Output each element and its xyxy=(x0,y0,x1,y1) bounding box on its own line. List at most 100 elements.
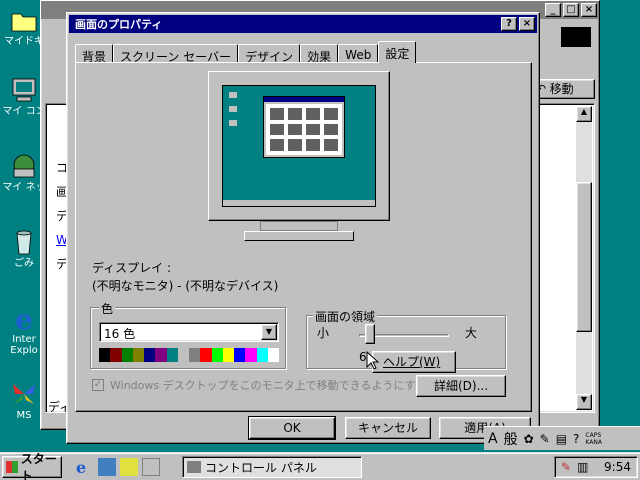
tab-effects[interactable]: 効果 xyxy=(300,44,339,64)
tab-background[interactable]: 背景 xyxy=(75,44,114,64)
palette-swatch xyxy=(267,348,279,362)
move-label: 移動 xyxy=(549,82,574,96)
close-button[interactable]: × xyxy=(519,17,535,31)
preview-desktop-icon xyxy=(229,120,237,126)
preview-window xyxy=(263,96,345,158)
quick-launch: e xyxy=(76,458,160,477)
display-label: ディスプレイ : xyxy=(92,261,172,275)
desktop-icon-label: マイドキ xyxy=(4,36,44,47)
tab-settings[interactable]: 設定 xyxy=(378,41,417,63)
palette-swatch xyxy=(155,348,167,362)
outlook-quick-launch-icon[interactable] xyxy=(98,458,116,476)
ime-help-icon[interactable]: ? xyxy=(573,432,579,446)
palette-swatch xyxy=(200,348,212,362)
control-panel-icon xyxy=(187,461,201,473)
help-button[interactable]: ? xyxy=(501,17,517,31)
show-desktop-icon[interactable] xyxy=(120,458,138,476)
ime-tray-icon[interactable]: ▥ xyxy=(577,460,588,474)
tab-web[interactable]: Web xyxy=(338,44,379,63)
pen-icon[interactable]: ✎ xyxy=(561,460,571,474)
desktop-icon-label: Inter Explo xyxy=(10,334,38,356)
scroll-down-button[interactable]: ▼ xyxy=(576,394,592,410)
dialog-title-bar[interactable]: 画面のプロパティ ? × xyxy=(69,15,537,33)
color-select[interactable]: 16 色 ▼ xyxy=(99,322,279,342)
ime-mode-icon[interactable]: A xyxy=(488,431,498,447)
display-value: (不明なモニタ) - (不明なデバイス) xyxy=(92,279,279,293)
taskbar-item-label: コントロール パネル xyxy=(205,460,317,475)
palette-swatch xyxy=(177,348,189,362)
windows-logo-icon xyxy=(561,27,591,47)
help-tooltip[interactable]: ヘルプ(W) xyxy=(372,351,456,373)
screen-area-label: 画面の領域 xyxy=(313,308,378,325)
palette-swatch xyxy=(144,348,156,362)
start-button[interactable]: スタート xyxy=(2,452,62,480)
caps-kana-indicator: CAPS KANA xyxy=(585,431,602,446)
monitor-preview xyxy=(208,71,390,247)
minimize-button[interactable]: _ xyxy=(545,3,561,17)
tab-design[interactable]: デザイン xyxy=(238,44,301,64)
internet-explorer-icon: e xyxy=(15,304,33,332)
preview-screen xyxy=(222,85,376,207)
mouse-cursor-icon xyxy=(366,351,380,370)
dialog-title: 画面のプロパティ xyxy=(75,18,163,31)
preview-desktop-icon xyxy=(229,92,237,98)
ime-pad-icon[interactable]: ✎ xyxy=(540,432,550,446)
recycle-bin-icon xyxy=(16,230,32,255)
scroll-thumb[interactable] xyxy=(576,182,592,332)
palette-swatch xyxy=(132,348,144,362)
ime-toolbar[interactable]: A 般 ✿ ✎ ▤ ? CAPS KANA xyxy=(484,426,640,450)
ok-button[interactable]: OK xyxy=(248,416,336,440)
palette-swatch xyxy=(211,348,223,362)
ie-quick-launch-icon[interactable]: e xyxy=(76,458,94,477)
cancel-button[interactable]: キャンセル xyxy=(345,417,431,439)
ime-tool-icon[interactable]: ✿ xyxy=(524,432,534,446)
chevron-down-icon[interactable]: ▼ xyxy=(261,324,277,340)
settings-panel: ディスプレイ : (不明なモニタ) - (不明なデバイス) 色 16 色 ▼ 画… xyxy=(75,62,532,412)
folder-icon xyxy=(11,13,37,32)
system-tray: ✎ ▥ 9:54 xyxy=(554,456,638,478)
computer-icon xyxy=(12,78,36,102)
color-select-value: 16 色 xyxy=(104,327,136,341)
area-slider-thumb[interactable] xyxy=(365,324,375,344)
start-label: スタート xyxy=(20,452,57,480)
palette-swatch xyxy=(121,348,133,362)
area-large-label: 大 xyxy=(465,326,478,340)
tab-strip: 背景 スクリーン セーバー デザイン 効果 Web 設定 xyxy=(75,41,417,64)
scroll-up-button[interactable]: ▲ xyxy=(576,106,592,122)
ime-dictionary-icon[interactable]: ▤ xyxy=(556,432,567,446)
palette-swatch xyxy=(110,348,122,362)
color-palette xyxy=(99,348,279,362)
desktop-icon-label: MS xyxy=(16,410,32,421)
tab-screensaver[interactable]: スクリーン セーバー xyxy=(113,44,239,64)
palette-swatch xyxy=(166,348,178,362)
color-group: 色 16 色 ▼ xyxy=(90,300,286,369)
advanced-button[interactable]: 詳細(D)... xyxy=(416,375,506,397)
clock[interactable]: 9:54 xyxy=(604,460,637,474)
preview-taskbar xyxy=(223,200,375,206)
palette-swatch xyxy=(222,348,234,362)
ime-conversion-label[interactable]: 般 xyxy=(504,429,518,449)
toolbar-move-button[interactable]: ↶ 移動 xyxy=(531,79,595,99)
taskbar: スタート e コントロール パネル ✎ ▥ 9:54 xyxy=(0,452,640,480)
msn-butterfly-icon xyxy=(13,384,35,404)
display-properties-dialog[interactable]: 画面のプロパティ ? × 背景 スクリーン セーバー デザイン 効果 Web 設… xyxy=(66,12,540,444)
vertical-scrollbar[interactable]: ▲ ▼ xyxy=(576,106,592,410)
maximize-button[interactable]: □ xyxy=(563,3,579,17)
color-group-label: 色 xyxy=(99,300,116,317)
desktop-icon-label: ごみ xyxy=(14,258,34,269)
palette-swatch xyxy=(99,348,111,362)
palette-swatch xyxy=(189,348,201,362)
windows-flag-icon xyxy=(6,461,18,473)
palette-swatch xyxy=(245,348,257,362)
help-tooltip-label: ヘルプ(W) xyxy=(383,355,441,369)
network-icon xyxy=(13,154,35,178)
taskbar-item-control-panel[interactable]: コントロール パネル xyxy=(182,456,362,478)
channels-icon[interactable] xyxy=(142,458,160,476)
svg-text:e: e xyxy=(15,304,33,332)
palette-swatch xyxy=(256,348,268,362)
move-desktop-checkbox[interactable]: ✓ xyxy=(92,379,104,391)
preview-desktop-icon xyxy=(229,106,237,112)
move-desktop-label: Windows デスクトップをこのモニタ上で移動できるようにする xyxy=(110,379,427,392)
palette-swatch xyxy=(234,348,246,362)
close-button[interactable]: × xyxy=(581,3,597,17)
